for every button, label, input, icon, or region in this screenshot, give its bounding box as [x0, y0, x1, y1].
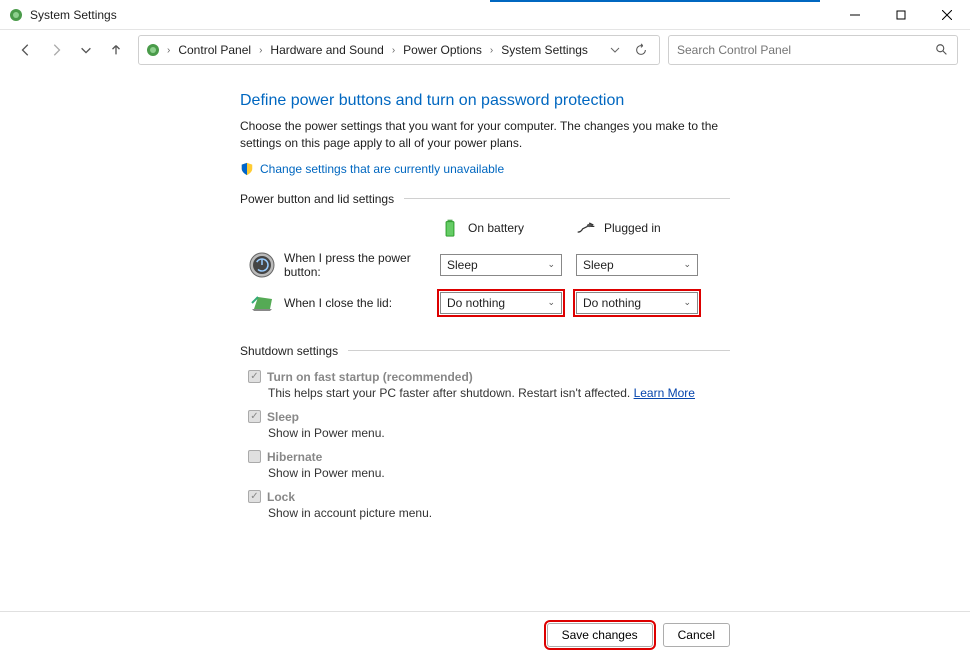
option-description: Show in Power menu.: [268, 426, 730, 440]
power-button-battery-select[interactable]: Sleep⌄: [440, 254, 562, 276]
page-description: Choose the power settings that you want …: [240, 118, 730, 152]
recent-dropdown-button[interactable]: [72, 36, 100, 64]
refresh-button[interactable]: [629, 38, 653, 62]
divider: [348, 350, 730, 351]
breadcrumb-item[interactable]: Control Panel: [174, 43, 255, 57]
forward-button[interactable]: [42, 36, 70, 64]
option-fast-startup: Turn on fast startup (recommended) This …: [248, 370, 730, 400]
up-button[interactable]: [102, 36, 130, 64]
chevron-right-icon: ›: [390, 45, 397, 56]
setting-label: When I close the lid:: [284, 296, 440, 310]
section-label: Power button and lid settings: [240, 192, 394, 206]
breadcrumb-item[interactable]: Power Options: [399, 43, 486, 57]
option-label: Turn on fast startup (recommended): [267, 370, 473, 384]
learn-more-link[interactable]: Learn More: [634, 386, 695, 400]
hibernate-checkbox[interactable]: [248, 450, 261, 463]
page-title: Define power buttons and turn on passwor…: [240, 92, 730, 110]
titlebar: System Settings: [0, 0, 970, 30]
option-label: Sleep: [267, 410, 299, 424]
setting-label: When I press the power button:: [284, 251, 440, 279]
search-box[interactable]: [668, 35, 958, 65]
back-button[interactable]: [12, 36, 40, 64]
titlebar-accent: [490, 0, 820, 2]
cancel-button[interactable]: Cancel: [663, 623, 730, 647]
column-headers: On battery Plugged in: [440, 218, 730, 238]
lid-icon: [248, 289, 276, 317]
lid-battery-select[interactable]: Do nothing⌄: [440, 292, 562, 314]
breadcrumb-item[interactable]: Hardware and Sound: [266, 43, 387, 57]
chevron-right-icon: ›: [257, 45, 264, 56]
close-button[interactable]: [924, 0, 970, 30]
option-description: This helps start your PC faster after sh…: [268, 386, 730, 400]
chevron-down-icon: ⌄: [547, 297, 555, 308]
window-controls: [832, 0, 970, 30]
sleep-checkbox[interactable]: [248, 410, 261, 423]
footer: Save changes Cancel: [0, 611, 970, 657]
option-label: Hibernate: [267, 450, 322, 464]
option-lock: Lock Show in account picture menu.: [248, 490, 730, 520]
chevron-right-icon: ›: [488, 45, 495, 56]
admin-link-row: Change settings that are currently unava…: [240, 162, 730, 176]
col-label: On battery: [468, 221, 524, 235]
content-area: Define power buttons and turn on passwor…: [0, 70, 970, 611]
search-icon: [935, 43, 949, 57]
breadcrumb-item[interactable]: System Settings: [497, 43, 592, 57]
lock-checkbox[interactable]: [248, 490, 261, 503]
lid-plugged-select[interactable]: Do nothing⌄: [576, 292, 698, 314]
section-label: Shutdown settings: [240, 344, 338, 358]
power-button-icon: [248, 251, 276, 279]
chevron-down-icon: ⌄: [547, 259, 555, 270]
section-header-shutdown: Shutdown settings: [240, 344, 730, 358]
col-label: Plugged in: [604, 221, 661, 235]
fast-startup-checkbox[interactable]: [248, 370, 261, 383]
option-description: Show in Power menu.: [268, 466, 730, 480]
save-button[interactable]: Save changes: [547, 623, 653, 647]
option-description: Show in account picture menu.: [268, 506, 730, 520]
change-settings-link[interactable]: Change settings that are currently unava…: [260, 162, 504, 176]
col-plugged: Plugged in: [576, 218, 706, 238]
shutdown-options: Turn on fast startup (recommended) This …: [248, 370, 730, 520]
shield-icon: [240, 162, 254, 176]
address-dropdown-button[interactable]: [603, 38, 627, 62]
plug-icon: [576, 218, 596, 238]
navbar: › Control Panel › Hardware and Sound › P…: [0, 30, 970, 70]
search-input[interactable]: [677, 43, 935, 57]
col-battery: On battery: [440, 218, 570, 238]
section-header-buttons: Power button and lid settings: [240, 192, 730, 206]
power-button-plugged-select[interactable]: Sleep⌄: [576, 254, 698, 276]
address-icon: [145, 42, 161, 58]
chevron-down-icon: ⌄: [683, 259, 691, 270]
option-hibernate: Hibernate Show in Power menu.: [248, 450, 730, 480]
battery-icon: [440, 218, 460, 238]
option-sleep: Sleep Show in Power menu.: [248, 410, 730, 440]
chevron-right-icon: ›: [165, 45, 172, 56]
setting-row-lid: When I close the lid: Do nothing⌄ Do not…: [240, 284, 730, 322]
setting-row-power-button: When I press the power button: Sleep⌄ Sl…: [240, 246, 730, 284]
app-icon: [8, 7, 24, 23]
divider: [404, 198, 730, 199]
chevron-down-icon: ⌄: [683, 297, 691, 308]
minimize-button[interactable]: [832, 0, 878, 30]
option-label: Lock: [267, 490, 295, 504]
address-bar[interactable]: › Control Panel › Hardware and Sound › P…: [138, 35, 660, 65]
window-title: System Settings: [30, 8, 832, 22]
maximize-button[interactable]: [878, 0, 924, 30]
nav-arrows: [12, 36, 130, 64]
